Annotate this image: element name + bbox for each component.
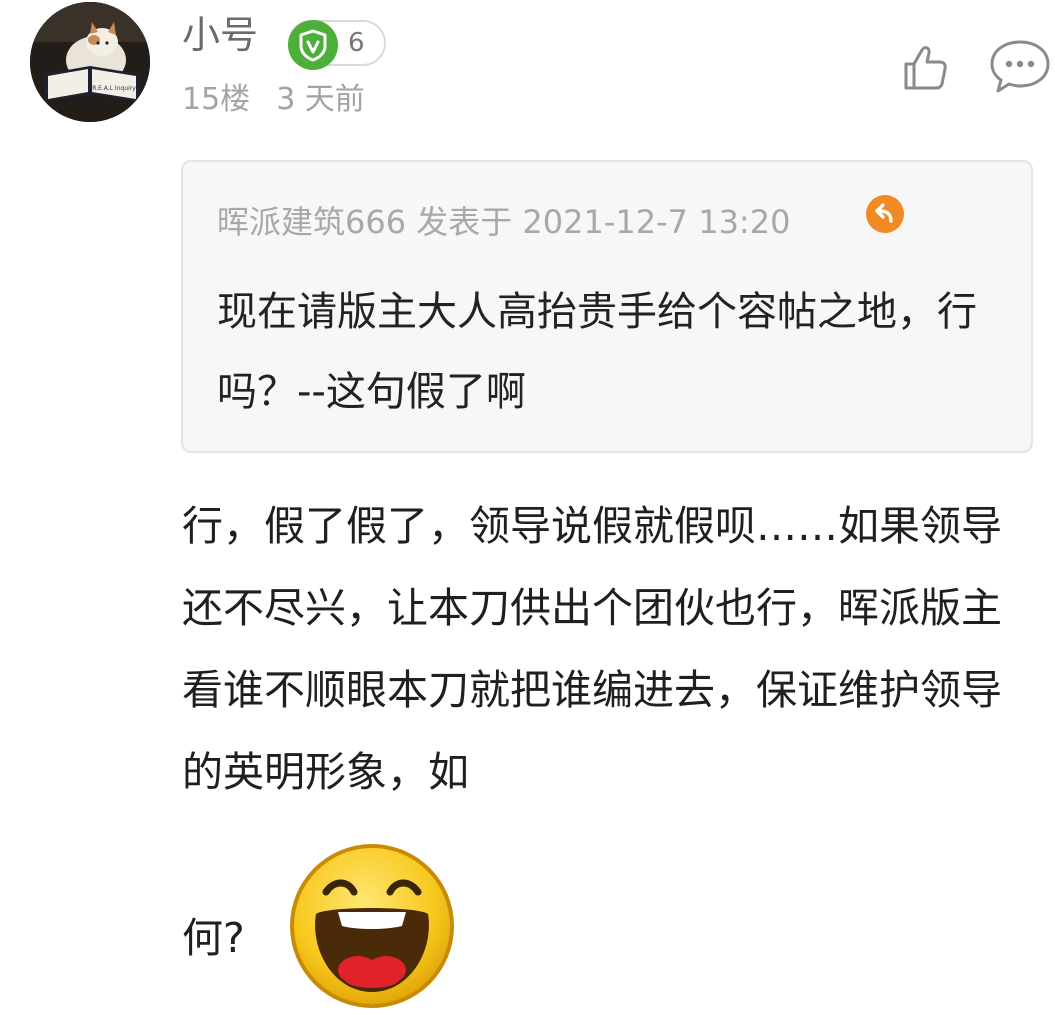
quote-meta: 晖派建筑666 发表于 2021-12-7 13:20 bbox=[217, 203, 791, 241]
avatar-book-text: R.E.A.L Inquiry bbox=[92, 85, 136, 92]
jump-arrow-icon[interactable] bbox=[865, 194, 905, 234]
quoted-post[interactable]: 晖派建筑666 发表于 2021-12-7 13:20 现在请版主大人高抬贵手给… bbox=[181, 160, 1033, 453]
avatar[interactable]: R.E.A.L Inquiry bbox=[30, 2, 150, 122]
avatar-image: R.E.A.L Inquiry bbox=[30, 2, 150, 122]
floor-number: 15楼 bbox=[182, 82, 251, 117]
shield-v-icon bbox=[288, 20, 338, 70]
level-number: 6 bbox=[348, 28, 365, 58]
thumbs-up-icon bbox=[904, 46, 947, 90]
comment-button[interactable] bbox=[988, 36, 1052, 96]
post-time: 3 天前 bbox=[276, 82, 365, 117]
post-meta: 15楼 3 天前 bbox=[182, 78, 365, 122]
like-button[interactable] bbox=[896, 40, 952, 96]
username[interactable]: 小号 bbox=[182, 10, 258, 60]
reply-text: 行，假了假了，领导说假就假呗……如果领导还不尽兴，让本刀供出个团伙也行，晖派版主… bbox=[182, 502, 1002, 796]
post-item: R.E.A.L Inquiry 小号 6 15楼 3 天前 晖派建筑666 发表… bbox=[0, 0, 1055, 1015]
laughing-face-emoji bbox=[286, 840, 458, 1012]
reply-text-end: 何? bbox=[182, 914, 245, 962]
comment-bubble-icon bbox=[990, 40, 1050, 93]
quote-text: 现在请版主大人高抬贵手给个容帖之地，行吗？--这句假了啊 bbox=[217, 289, 977, 415]
level-badge: 6 bbox=[288, 20, 386, 70]
